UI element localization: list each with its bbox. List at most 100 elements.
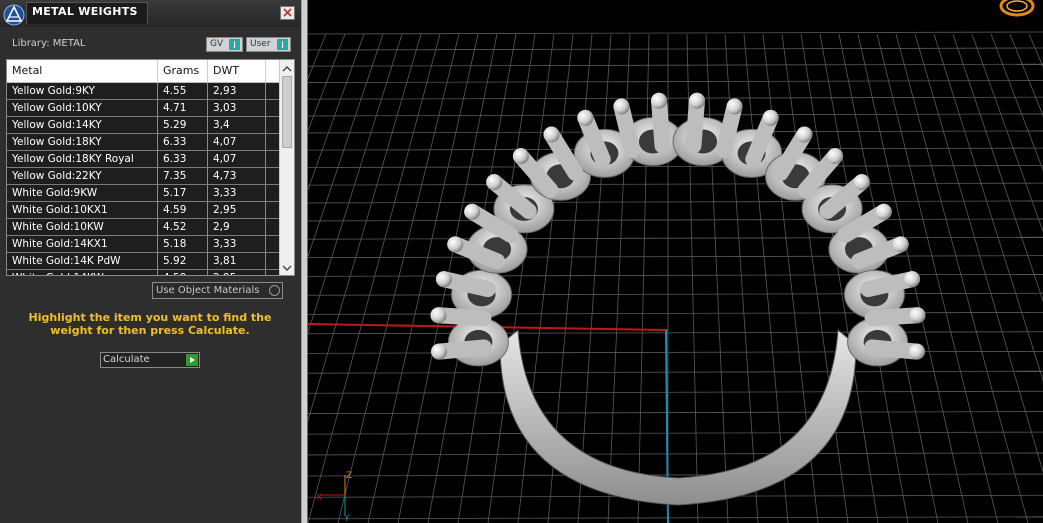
prong-tip — [464, 203, 481, 220]
table-row[interactable]: White Gold:9KW 5.17 3,33 — [7, 185, 279, 202]
panel-titlebar: METAL WEIGHTS — [0, 0, 301, 27]
cell-metal: White Gold:10KX1 — [7, 202, 158, 218]
table-row[interactable]: Yellow Gold:18KY 6.33 4,07 — [7, 134, 279, 151]
table-header: Metal Grams DWT — [7, 60, 279, 83]
app-logo-icon — [3, 4, 25, 26]
grid-line — [933, 33, 1043, 382]
cell-metal: White Gold:14K PdW — [7, 253, 158, 269]
cell-dwt: 2,9 — [208, 219, 266, 235]
3d-viewport[interactable]: Z X Y — [308, 0, 1043, 523]
grid-line — [308, 390, 1043, 394]
column-header-metal[interactable]: Metal — [7, 60, 158, 82]
grid-line — [308, 473, 1043, 477]
grid-line — [308, 182, 1043, 186]
table-row[interactable]: Yellow Gold:10KY 4.71 3,03 — [7, 100, 279, 117]
table-row[interactable]: White Gold:14KX1 5.18 3,33 — [7, 236, 279, 253]
grid-line — [308, 431, 1043, 435]
grid-line — [308, 96, 1043, 100]
table-row[interactable]: White Gold:14KW4.592,95 — [7, 270, 279, 275]
grid-line — [308, 516, 1043, 520]
cell-metal: Yellow Gold:10KY — [7, 100, 158, 116]
cell-metal: White Gold:9KW — [7, 185, 158, 201]
toggle-indicator-icon — [229, 39, 240, 50]
table-row[interactable]: White Gold:10KW 4.52 2,9 — [7, 219, 279, 236]
prong-tip — [613, 98, 630, 115]
ring-model[interactable] — [430, 92, 926, 506]
user-label: User — [250, 39, 271, 49]
grid-line — [308, 33, 403, 334]
table-row[interactable]: Yellow Gold:9KY 4.55 2,93 — [7, 83, 279, 100]
grid-line — [705, 33, 729, 523]
table-row[interactable]: White Gold:10KX1 4.59 2,95 — [7, 202, 279, 219]
viewport-canvas[interactable]: Z X Y — [308, 0, 1043, 523]
prong-tip — [892, 236, 909, 253]
close-button[interactable] — [280, 6, 295, 20]
grid-line — [577, 33, 612, 523]
cell-metal: Yellow Gold:18KY Royal — [7, 151, 158, 167]
calculate-button[interactable]: Calculate — [100, 352, 200, 368]
gv-library-toggle[interactable]: GV — [206, 37, 243, 52]
prong-tip — [577, 109, 594, 126]
use-object-materials-label: Use Object Materials — [156, 285, 260, 296]
prong-tip — [904, 271, 921, 288]
use-object-materials-toggle[interactable]: Use Object Materials — [152, 282, 283, 299]
cell-grams: 4.71 — [158, 100, 208, 116]
grid-line — [308, 80, 1043, 83]
cell-metal: Yellow Gold:18KY — [7, 134, 158, 150]
chevron-down-icon — [282, 265, 292, 271]
view-navigation-icon[interactable] — [999, 0, 1035, 17]
cell-metal: White Gold:14KX1 — [7, 236, 158, 252]
play-arrow-icon — [186, 354, 198, 366]
cell-grams: 4.52 — [158, 219, 208, 235]
scroll-thumb[interactable] — [282, 76, 292, 148]
table-row[interactable]: White Gold:14K PdW 5.92 3,81 — [7, 253, 279, 270]
cell-dwt: 2,95 — [208, 202, 266, 218]
prong-tip — [512, 148, 529, 165]
table-row[interactable]: Yellow Gold:14KY 5.29 3,4 — [7, 117, 279, 134]
prong-tip — [875, 203, 892, 220]
grid-line — [308, 33, 365, 191]
grid-line — [308, 331, 1043, 335]
cell-grams: 5.92 — [158, 253, 208, 269]
toggle-knob-icon — [269, 285, 280, 296]
grid-line — [308, 63, 1043, 67]
grid-line — [308, 370, 1043, 374]
table-scrollbar[interactable] — [279, 60, 294, 275]
cell-grams: 4.55 — [158, 83, 208, 99]
gv-label: GV — [210, 39, 224, 49]
cell-grams: 5.18 — [158, 236, 208, 252]
column-header-grams[interactable]: Grams — [158, 60, 208, 82]
cell-dwt: 3,4 — [208, 117, 266, 133]
grid-line — [637, 33, 650, 523]
prong-tip — [762, 109, 779, 126]
instruction-text: Highlight the item you want to find the … — [28, 311, 272, 337]
grid-line — [914, 33, 1043, 474]
table-row[interactable]: Yellow Gold:18KY Royal 6.33 4,07 — [7, 151, 279, 168]
cell-grams: 6.33 — [158, 151, 208, 167]
grid-line — [308, 411, 1043, 414]
grid-line — [1028, 33, 1043, 68]
cell-dwt: 4,73 — [208, 168, 266, 184]
prong-tip — [650, 92, 667, 109]
cell-grams: 4.59 — [158, 202, 208, 218]
table-row[interactable]: Yellow Gold:22KY 7.35 4,73 — [7, 168, 279, 185]
grid-line — [308, 273, 1043, 277]
scroll-down-button[interactable] — [280, 260, 294, 274]
cell-metal: Yellow Gold:9KY — [7, 83, 158, 99]
cell-dwt: 3,33 — [208, 236, 266, 252]
grid-line — [308, 31, 1043, 35]
prong-tip — [430, 307, 447, 324]
axis-label-z: Z — [346, 471, 352, 481]
grid-line — [308, 200, 1043, 204]
toggle-indicator-icon — [277, 39, 288, 50]
cell-metal: Yellow Gold:22KY — [7, 168, 158, 184]
cell-metal: Yellow Gold:14KY — [7, 117, 158, 133]
user-library-toggle[interactable]: User — [246, 37, 291, 52]
panel-splitter[interactable] — [301, 0, 308, 523]
column-header-dwt[interactable]: DWT — [208, 60, 266, 82]
grid-line — [308, 452, 1043, 456]
close-icon — [283, 8, 292, 17]
prong-tip — [689, 92, 706, 109]
scroll-up-button[interactable] — [280, 61, 294, 75]
ring-band — [499, 328, 857, 506]
